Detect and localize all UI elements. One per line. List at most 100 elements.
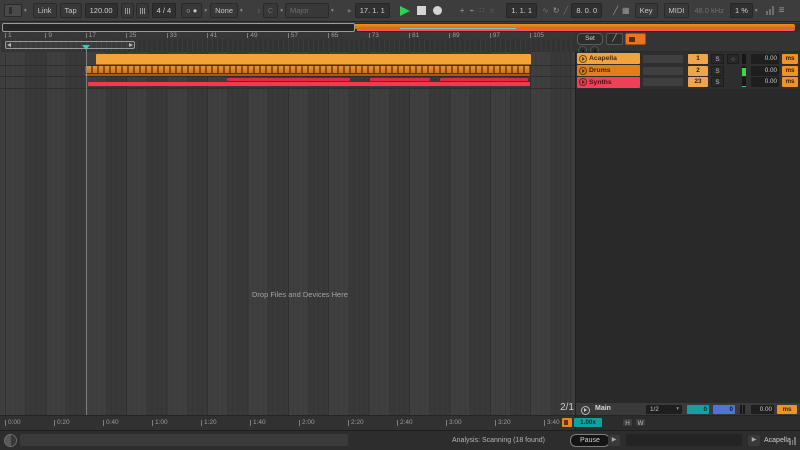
bar-number-label: 41 <box>207 33 217 38</box>
ableton-live-window: ▾ Link Tap 120.00 4 / 4 ○ ● ▾ None ▾ ♪ C… <box>0 0 800 450</box>
resume-icon[interactable]: ▶ <box>608 435 620 446</box>
main-pan-slider[interactable]: 0 <box>687 405 709 414</box>
pause-analysis-button[interactable]: Pause <box>570 434 610 447</box>
track-header[interactable]: Drums 2 S 0.00 ms <box>576 65 800 76</box>
chevron-down-icon[interactable]: ▾ <box>204 8 207 14</box>
scale-icon: ♪ <box>257 4 261 17</box>
window-layout-icon[interactable] <box>4 4 22 17</box>
optimize-width-button[interactable]: W <box>635 418 646 427</box>
draw-mode-icon[interactable]: ╱ <box>613 4 618 17</box>
main-volume-slider[interactable]: 0 <box>713 405 735 414</box>
link-button[interactable]: Link <box>33 3 57 18</box>
time-label: 3:00 <box>446 420 462 426</box>
bar-number-label: 105 <box>530 33 544 38</box>
computer-midi-keyboard-icon[interactable]: ▦ <box>622 4 630 17</box>
zoom-scroll-handle[interactable] <box>5 41 135 49</box>
audio-clip-acapella[interactable] <box>96 54 531 65</box>
preview-play-icon[interactable]: ▶ <box>748 435 760 446</box>
punch-in-icon[interactable]: ∿ <box>542 4 549 17</box>
track-name-bar[interactable]: Drums <box>577 65 640 76</box>
main-delay-value[interactable]: 0.00 <box>751 405 774 414</box>
hamburger-menu-icon[interactable]: ≡ <box>779 4 785 17</box>
tempo-follower-icon[interactable] <box>562 418 572 427</box>
track-delay-value[interactable]: 0.00 <box>751 77 779 87</box>
midi-map-button[interactable]: MIDI <box>664 3 690 18</box>
main-track-header[interactable]: Main 1/2▾ 0 0 0.00 ms <box>575 403 800 416</box>
analysis-status-text: Analysis: Scanning (18 found) <box>452 437 545 444</box>
loop-length-field[interactable]: 8. 0. 0 <box>571 3 602 18</box>
track-solo-button[interactable]: S <box>711 77 724 87</box>
key-map-button[interactable]: Key <box>635 3 658 18</box>
audio-clip-synths[interactable] <box>370 78 430 82</box>
track-name-bar[interactable]: Synths <box>577 77 640 88</box>
time-signature-field[interactable]: 4 / 4 <box>152 3 177 18</box>
info-icon <box>4 434 17 447</box>
record-button[interactable] <box>433 6 442 15</box>
track-delay-unit: ms <box>782 66 798 76</box>
audio-clip-drums-sub[interactable] <box>85 74 530 76</box>
punch-dots-icon[interactable]: ∷ <box>479 4 484 17</box>
playhead-marker-icon[interactable] <box>82 45 90 50</box>
scale-root-selector[interactable]: C <box>263 3 278 18</box>
scale-name-selector[interactable]: Major <box>285 3 329 18</box>
track-delay-value[interactable]: 0.00 <box>751 54 779 64</box>
bar-number-label: 97 <box>490 33 500 38</box>
playback-speed-field[interactable]: 1.00x <box>574 418 602 427</box>
audio-clip-drums[interactable] <box>85 66 530 73</box>
track-solo-button[interactable]: S <box>711 54 724 64</box>
bar-number-label: 33 <box>167 33 177 38</box>
track-number[interactable]: 23 <box>688 77 708 87</box>
stop-button[interactable] <box>417 6 426 15</box>
optimize-height-button[interactable]: H <box>622 418 633 427</box>
loop-toggle-icon[interactable]: ↻ <box>553 4 560 17</box>
set-locator-button[interactable]: Set <box>577 33 603 45</box>
bar-number-label: 81 <box>409 33 419 38</box>
track-device-slot[interactable] <box>642 54 684 64</box>
main-play-icon <box>581 406 590 415</box>
overview-viewport-box[interactable] <box>2 23 355 32</box>
audio-clip-synths[interactable] <box>88 82 530 86</box>
bar-number-label: 65 <box>328 33 338 38</box>
main-output-selector[interactable]: 1/2▾ <box>646 405 682 414</box>
audio-clip-synths-sub[interactable] <box>88 87 530 89</box>
track-header[interactable]: Synths 23 S 0.00 ms <box>576 77 800 88</box>
nudge-down-button[interactable] <box>121 3 134 18</box>
cpu-meter-icon <box>766 6 774 15</box>
audio-clip-synths[interactable] <box>440 78 528 82</box>
chevron-down-icon[interactable]: ▾ <box>240 8 243 14</box>
capture-midi-icon[interactable]: ⌁ <box>469 4 474 17</box>
metronome-button[interactable]: ○ ● <box>181 3 202 18</box>
overdub-plus-icon[interactable]: + <box>460 4 465 17</box>
play-button[interactable] <box>400 6 410 16</box>
marker-pen-icon[interactable]: ╱ <box>606 33 623 45</box>
session-circle-icon[interactable]: ○ <box>489 4 494 17</box>
track-arm-button[interactable]: ○ <box>727 54 739 64</box>
track-header[interactable]: Acapella 1 S ○ 0.00 ms <box>576 53 800 64</box>
preview-progress-field <box>626 434 742 446</box>
track-solo-button[interactable]: S <box>711 66 724 76</box>
tempo-field[interactable]: 120.00 <box>85 3 118 18</box>
tap-tempo-button[interactable]: Tap <box>60 3 82 18</box>
track-level-meter <box>742 54 746 64</box>
loop-start-field[interactable]: 1. 1. 1 <box>506 3 537 18</box>
track-number[interactable]: 1 <box>688 54 708 64</box>
groove-selector[interactable]: None <box>210 3 238 18</box>
arrangement-position-field[interactable]: 17. 1. 1 <box>355 3 390 18</box>
track-device-slot[interactable] <box>642 77 684 87</box>
time-ruler[interactable]: 0:000:200:401:001:201:402:002:202:403:00… <box>0 415 575 430</box>
punch-out-icon[interactable]: ╱ <box>564 4 569 17</box>
arrangement-overview[interactable] <box>0 23 800 32</box>
nudge-up-button[interactable] <box>136 3 149 18</box>
cpu-load-meter: 1 % <box>730 3 753 18</box>
track-delay-value[interactable]: 0.00 <box>751 66 779 76</box>
time-label: 1:40 <box>250 420 266 426</box>
follow-icon[interactable]: ▸ <box>348 4 352 17</box>
audio-clip-synths[interactable] <box>227 78 350 82</box>
chevron-down-icon[interactable]: ▾ <box>24 8 27 14</box>
bar-number-label: 1 <box>5 33 12 38</box>
track-number[interactable]: 2 <box>688 66 708 76</box>
arrangement-loop-button[interactable] <box>625 33 646 45</box>
track-name-bar[interactable]: Acapella <box>577 53 640 64</box>
time-label: 0:20 <box>54 420 70 426</box>
track-device-slot[interactable] <box>642 66 684 76</box>
